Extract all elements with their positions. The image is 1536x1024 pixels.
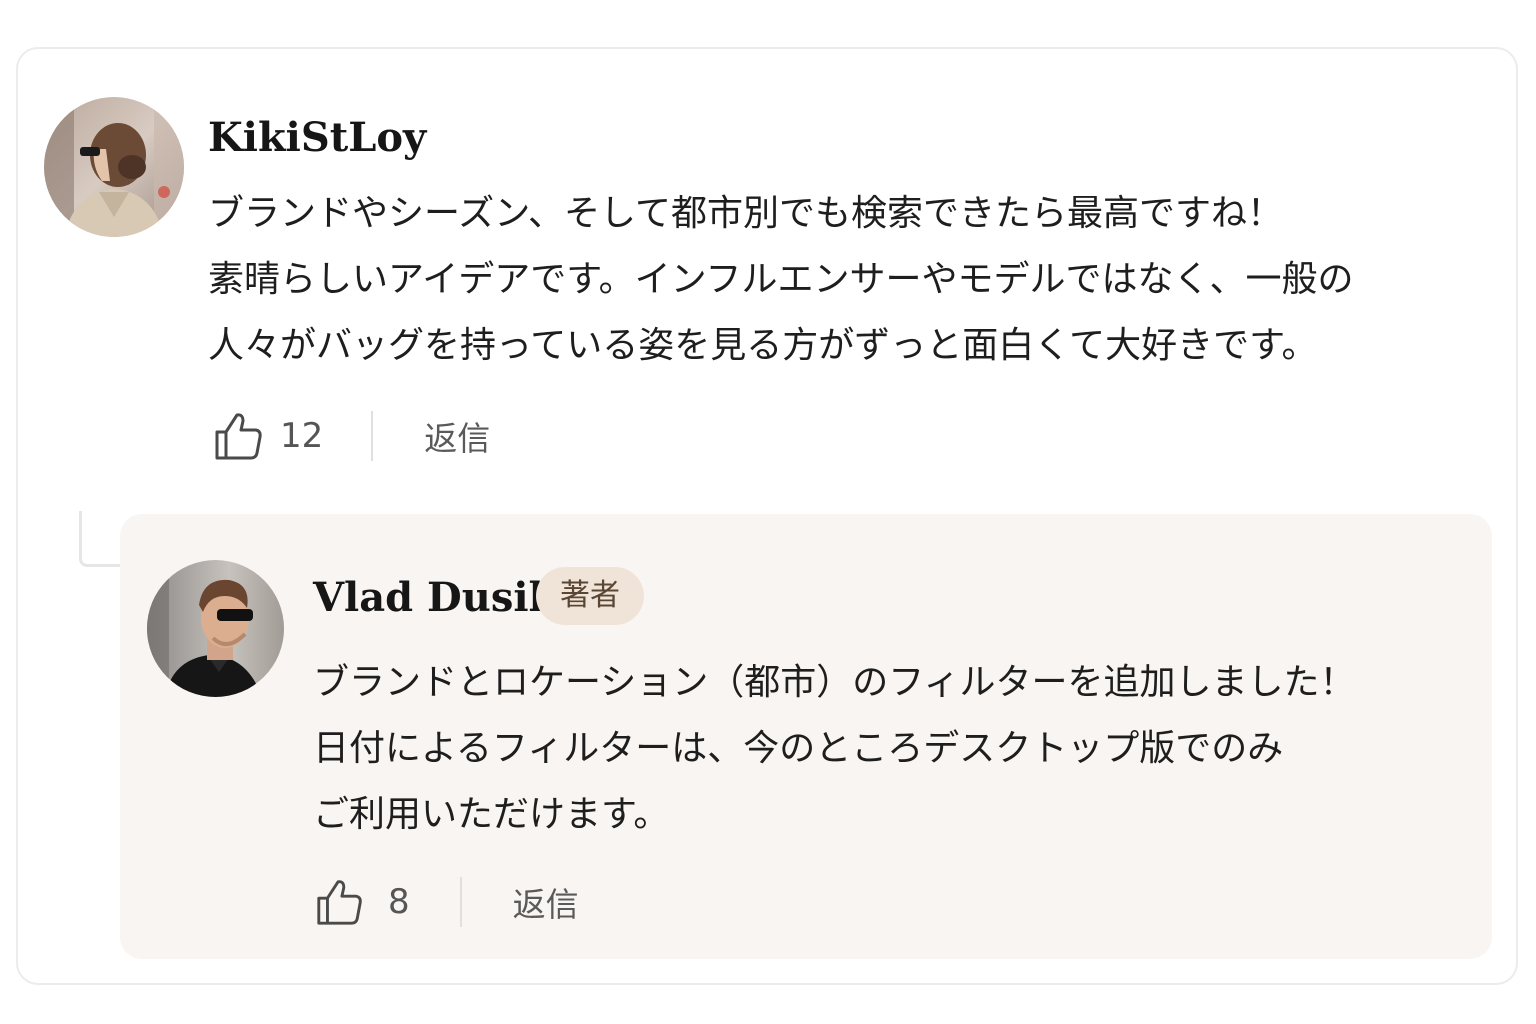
action-divider (371, 411, 374, 461)
comment-line: ブランドやシーズン、そして都市別でも検索できたら最高ですね！ (208, 193, 1283, 234)
reply-text: ブランドとロケーション（都市）のフィルターを追加しました！ 日付によるフィルター… (313, 650, 1356, 848)
author-badge: 著者 (536, 567, 644, 625)
reply-reply-button[interactable]: 返信 (513, 878, 579, 926)
reply-like-button[interactable]: 8 (314, 877, 410, 927)
reply-line: 日付によるフィルターは、今のところデスクトップ版でのみ (313, 728, 1284, 769)
comment-line: 人々がバッグを持っている姿を見る方がずっと面白くて大好きです。 (208, 325, 1318, 366)
like-count: 12 (280, 416, 324, 456)
comment-line: 素晴らしいアイデアです。インフルエンサーやモデルではなく、一般の (208, 259, 1354, 300)
reply-like-count: 8 (388, 882, 410, 922)
thumbs-up-icon (212, 410, 264, 462)
comment-actions: 12 返信 (212, 410, 490, 462)
reply-button[interactable]: 返信 (424, 412, 490, 460)
comment-text: ブランドやシーズン、そして都市別でも検索できたら最高ですね！ 素晴らしいアイデア… (208, 181, 1354, 379)
thread-connector (79, 511, 125, 567)
reply-actions: 8 返信 (314, 876, 579, 928)
reply-author-avatar[interactable] (147, 560, 284, 697)
thumbs-up-icon (314, 877, 364, 927)
reply-line: ご利用いただけます。 (313, 794, 670, 835)
action-divider (459, 877, 462, 927)
like-button[interactable]: 12 (212, 410, 323, 462)
commenter-avatar[interactable] (44, 97, 184, 237)
reply-line: ブランドとロケーション（都市）のフィルターを追加しました！ (313, 662, 1356, 703)
commenter-name[interactable]: KikiStLoy (208, 118, 426, 158)
reply-author-name[interactable]: Vlad Dusil (313, 578, 544, 618)
